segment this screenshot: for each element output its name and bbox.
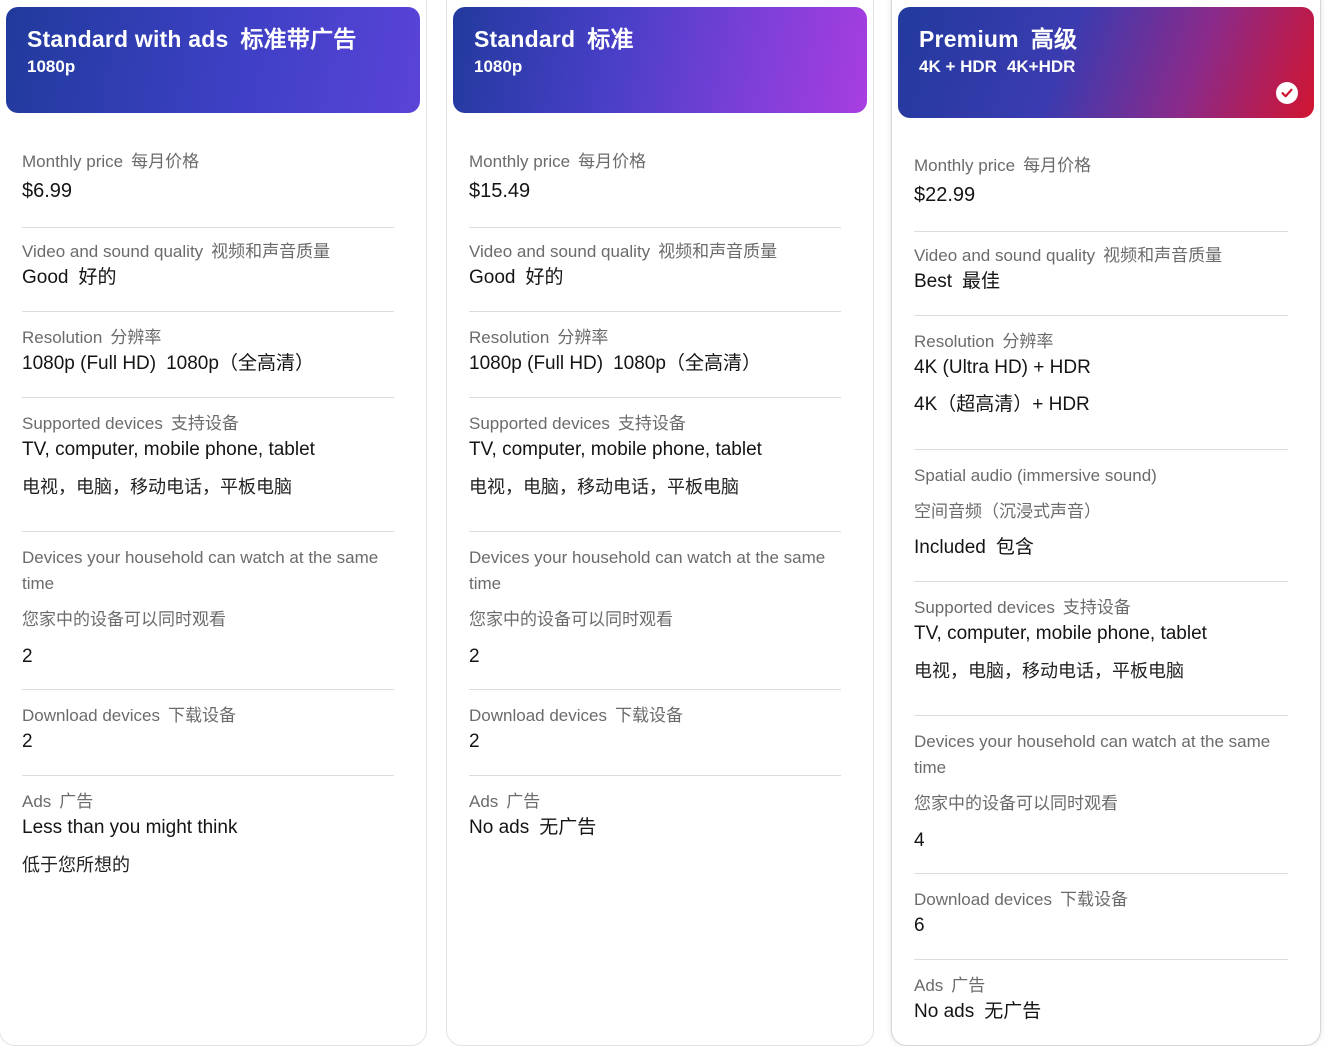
ads-value: No ads bbox=[469, 817, 530, 838]
ads-row: Ads 广告 No ads 无广告 bbox=[469, 792, 597, 838]
plan-name: Standard 标准 bbox=[474, 26, 634, 52]
monthly-price-label: Monthly price bbox=[469, 152, 571, 171]
quality-row: Video and sound quality 视频和声音质量 Good 好的 bbox=[22, 239, 394, 312]
resolution-value-cn: 4K（超高清）+ HDR bbox=[914, 394, 1090, 415]
download-label: Download devices bbox=[914, 890, 1052, 909]
monthly-price-label: Monthly price bbox=[914, 156, 1016, 175]
resolution-value: 4K (Ultra HD) + HDR bbox=[914, 357, 1091, 378]
devices-label: Supported devices bbox=[22, 414, 163, 433]
household-label-cn: 您家中的设备可以同时观看 bbox=[914, 794, 1118, 813]
plan-name: Standard with ads 标准带广告 bbox=[27, 26, 357, 52]
ads-label: Ads bbox=[914, 976, 944, 995]
plan-card-premium[interactable]: Premium 高级 4K + HDR 4K+HDR Monthly price 每月… bbox=[891, 0, 1321, 1046]
download-row: Download devices 下载设备 6 bbox=[914, 887, 1288, 960]
resolution-value: 1080p (Full HD) bbox=[22, 353, 157, 374]
spatial-audio-label-cn: 空间音频（沉浸式声音） bbox=[914, 502, 1101, 521]
quality-value: Good bbox=[22, 267, 69, 288]
household-value: 2 bbox=[22, 646, 33, 667]
devices-value-cn: 电视，电脑，移动电话，平板电脑 bbox=[469, 477, 739, 497]
ads-row: Ads 广告 No ads 无广告 bbox=[914, 976, 1042, 1022]
quality-value: Good bbox=[469, 267, 516, 288]
quality-value: Best bbox=[914, 271, 953, 292]
download-value: 6 bbox=[914, 915, 925, 936]
household-row: Devices your household can watch at the … bbox=[914, 729, 1288, 874]
ads-value-cn: 低于您所想的 bbox=[22, 855, 130, 875]
monthly-price-row: Monthly price 每月价格 $22.99 bbox=[914, 153, 1288, 232]
resolution-label: Resolution bbox=[22, 328, 103, 347]
devices-row: Supported devices 支持设备 TV, computer, mobi… bbox=[469, 411, 841, 532]
download-label: Download devices bbox=[22, 706, 160, 725]
devices-label: Supported devices bbox=[914, 598, 1055, 617]
resolution-label: Resolution bbox=[469, 328, 550, 347]
resolution-value: 1080p (Full HD) bbox=[469, 353, 604, 374]
resolution-row: Resolution 分辨率 1080p (Full HD) 1080p（全高清） bbox=[22, 325, 394, 398]
download-value: 2 bbox=[469, 731, 480, 752]
ads-label: Ads bbox=[469, 792, 499, 811]
quality-label: Video and sound quality bbox=[914, 246, 1096, 265]
download-label: Download devices bbox=[469, 706, 607, 725]
spatial-audio-label: Spatial audio (immersive sound) bbox=[914, 466, 1157, 485]
ads-label: Ads bbox=[22, 792, 52, 811]
download-value: 2 bbox=[22, 731, 33, 752]
ads-value: Less than you might think bbox=[22, 817, 238, 838]
household-row: Devices your household can watch at the … bbox=[469, 545, 841, 690]
download-row: Download devices 下载设备 2 bbox=[22, 703, 394, 776]
household-label: Devices your household can watch at the … bbox=[914, 732, 1271, 777]
resolution-label: Resolution bbox=[914, 332, 995, 351]
household-label-cn: 您家中的设备可以同时观看 bbox=[22, 610, 226, 629]
household-value: 4 bbox=[914, 830, 925, 851]
household-label-cn: 您家中的设备可以同时观看 bbox=[469, 610, 673, 629]
spatial-audio-row: Spatial audio (immersive sound) 空间音频（沉浸式… bbox=[914, 463, 1288, 582]
spatial-audio-value: Included bbox=[914, 537, 986, 558]
devices-value: TV, computer, mobile phone, tablet bbox=[469, 439, 762, 460]
plan-resolution-tag: 1080p bbox=[27, 57, 76, 76]
devices-row: Supported devices 支持设备 TV, computer, mobi… bbox=[22, 411, 394, 532]
devices-row: Supported devices 支持设备 TV, computer, mobi… bbox=[914, 595, 1288, 716]
household-label: Devices your household can watch at the … bbox=[469, 548, 826, 593]
plan-resolution-tag: 1080p bbox=[474, 57, 523, 76]
monthly-price-row: Monthly price 每月价格 $15.49 bbox=[469, 149, 841, 228]
download-row: Download devices 下载设备 2 bbox=[469, 703, 841, 776]
quality-row: Video and sound quality 视频和声音质量 Good 好的 bbox=[469, 239, 841, 312]
devices-value-cn: 电视，电脑，移动电话，平板电脑 bbox=[22, 477, 292, 497]
monthly-price-value: $22.99 bbox=[914, 184, 976, 206]
household-row: Devices your household can watch at the … bbox=[22, 545, 394, 690]
devices-value: TV, computer, mobile phone, tablet bbox=[22, 439, 315, 460]
household-value: 2 bbox=[469, 646, 480, 667]
ads-row: Ads 广告 Less than you might think 低于您所想的 bbox=[22, 789, 394, 889]
household-label: Devices your household can watch at the … bbox=[22, 548, 379, 593]
resolution-row: Resolution 分辨率 4K (Ultra HD) + HDR 4K（超高清… bbox=[914, 329, 1288, 450]
monthly-price-value: $6.99 bbox=[22, 180, 73, 202]
plan-name: Premium 高级 bbox=[919, 26, 1078, 52]
monthly-price-value: $15.49 bbox=[469, 180, 531, 202]
plan-card-standard-with-ads[interactable]: Standard with ads 标准带广告 1080p Monthly pri… bbox=[0, 0, 427, 1046]
ads-value: No ads bbox=[914, 1001, 975, 1022]
quality-label: Video and sound quality bbox=[469, 242, 651, 261]
quality-label: Video and sound quality bbox=[22, 242, 204, 261]
plan-header: Standard with ads 标准带广告 1080p bbox=[6, 7, 420, 113]
plan-resolution-tag: 4K + HDR 4K+HDR bbox=[919, 57, 1076, 76]
quality-row: Video and sound quality 视频和声音质量 Best 最佳 bbox=[914, 243, 1288, 316]
plan-header: Premium 高级 4K + HDR 4K+HDR bbox=[898, 7, 1314, 118]
selected-check-icon bbox=[1276, 82, 1298, 104]
resolution-row: Resolution 分辨率 1080p (Full HD) 1080p（全高清） bbox=[469, 325, 841, 398]
plan-card-standard[interactable]: Standard 标准 1080p Monthly price 每月价格 $15.4… bbox=[446, 0, 874, 1046]
devices-value: TV, computer, mobile phone, tablet bbox=[914, 623, 1207, 644]
devices-label: Supported devices bbox=[469, 414, 610, 433]
monthly-price-row: Monthly price 每月价格 $6.99 bbox=[22, 149, 394, 228]
monthly-price-label: Monthly price bbox=[22, 152, 124, 171]
devices-value-cn: 电视，电脑，移动电话，平板电脑 bbox=[914, 661, 1184, 681]
plan-header: Standard 标准 1080p bbox=[453, 7, 867, 113]
